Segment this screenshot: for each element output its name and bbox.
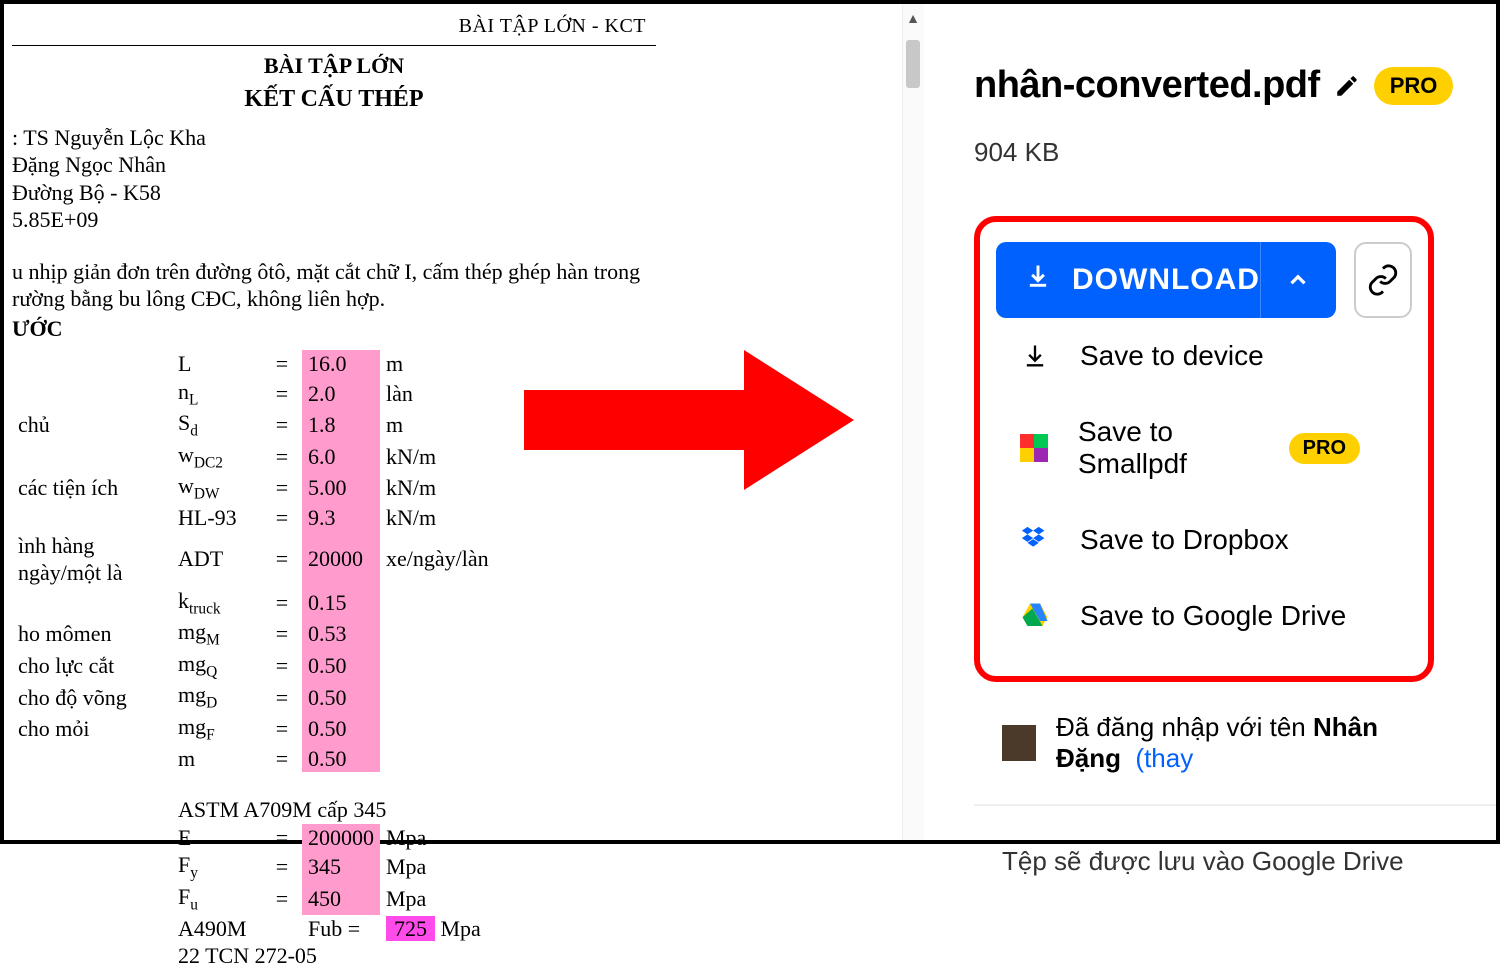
param-row: chủSd=1.8m bbox=[12, 409, 520, 441]
dropbox-icon bbox=[1020, 525, 1050, 555]
option-label: Save to Google Drive bbox=[1080, 600, 1346, 632]
option-label: Save to Dropbox bbox=[1080, 524, 1289, 556]
doc-title-1: BÀI TẬP LỚN bbox=[12, 52, 656, 80]
astm-row: E=200000Mpa bbox=[12, 824, 520, 852]
doc-info-4: 5.85E+09 bbox=[12, 206, 656, 234]
astm-table: ASTM A709M cấp 345E=200000MpaFy=345MpaFu… bbox=[12, 796, 520, 969]
param-row: cho lực cắtmgQ=0.50 bbox=[12, 650, 520, 682]
astm-row: Fu=450Mpa bbox=[12, 883, 520, 915]
param-row: ình hàng ngày/một làADT=20000xe/ngày/làn bbox=[12, 532, 520, 587]
param-row: L=16.0m bbox=[12, 350, 520, 378]
doc-info-1: : TS Nguyễn Lộc Kha bbox=[12, 124, 656, 152]
params-table: L=16.0mnL=2.0lànchủSd=1.8mwDC2=6.0kN/mcá… bbox=[12, 350, 520, 772]
doc-section-uoc: ƯỚC bbox=[12, 315, 656, 343]
smallpdf-icon bbox=[1020, 433, 1048, 463]
edit-icon[interactable] bbox=[1334, 73, 1360, 99]
pro-badge: PRO bbox=[1374, 67, 1454, 105]
tcn-row: 22 TCN 272-05 bbox=[12, 942, 520, 970]
doc-info-block: : TS Nguyễn Lộc Kha Đặng Ngọc Nhân Đường… bbox=[12, 124, 656, 234]
a490-row: A490MFub =725 Mpa bbox=[12, 915, 520, 943]
download-icon bbox=[1024, 262, 1052, 298]
gdrive-note: Tệp sẽ được lưu vào Google Drive bbox=[974, 846, 1496, 877]
astm-row: Fy=345Mpa bbox=[12, 851, 520, 883]
param-row: HL-93=9.3kN/m bbox=[12, 504, 520, 532]
document-preview: BÀI TẬP LỚN - KCT BÀI TẬP LỚN KẾT CẤU TH… bbox=[4, 4, 664, 840]
doc-page-header: BÀI TẬP LỚN - KCT bbox=[12, 14, 656, 46]
param-row: ktruck=0.15 bbox=[12, 587, 520, 619]
option-save-dropbox[interactable]: Save to Dropbox bbox=[996, 502, 1412, 578]
scrollbar-thumb[interactable] bbox=[906, 40, 920, 88]
option-label: Save to Smallpdf bbox=[1078, 416, 1259, 480]
doc-title-2: KẾT CẤU THÉP bbox=[12, 84, 656, 114]
param-row: wDC2=6.0kN/m bbox=[12, 441, 520, 473]
option-save-gdrive[interactable]: Save to Google Drive bbox=[996, 578, 1412, 654]
param-row: các tiện íchwDW=5.00kN/m bbox=[12, 472, 520, 504]
param-row: cho độ võngmgD=0.50 bbox=[12, 681, 520, 713]
file-name: nhân-converted.pdf bbox=[974, 64, 1320, 107]
astm-header: ASTM A709M cấp 345 bbox=[12, 796, 520, 824]
divider bbox=[974, 804, 1496, 806]
param-row: cho mỏimgF=0.50 bbox=[12, 713, 520, 745]
option-label: Save to device bbox=[1080, 340, 1264, 372]
download-icon bbox=[1020, 341, 1050, 371]
option-save-device[interactable]: Save to device bbox=[996, 318, 1412, 394]
gdrive-icon bbox=[1020, 601, 1050, 631]
param-row: nL=2.0làn bbox=[12, 378, 520, 410]
change-account-link[interactable]: (thay bbox=[1135, 743, 1193, 773]
signed-in-prefix: Đã đăng nhập với tên bbox=[1056, 712, 1313, 742]
download-chevron[interactable] bbox=[1260, 242, 1336, 318]
side-panel: nhân-converted.pdf PRO 904 KB DOWNLOAD bbox=[924, 4, 1496, 840]
scroll-up-arrow[interactable]: ▲ bbox=[906, 10, 920, 26]
download-dropdown-box: DOWNLOAD Save to device bbox=[974, 216, 1434, 682]
doc-info-3: Đường Bộ - K58 bbox=[12, 179, 656, 207]
download-label: DOWNLOAD bbox=[1072, 263, 1260, 297]
doc-desc-2: rường bằng bu lông CĐC, không liên hợp. bbox=[12, 285, 656, 313]
option-save-smallpdf[interactable]: Save to Smallpdf PRO bbox=[996, 394, 1412, 502]
download-button[interactable]: DOWNLOAD bbox=[996, 242, 1336, 318]
signed-in-row: Đã đăng nhập với tên Nhân Đặng (thay bbox=[974, 712, 1496, 774]
share-link-button[interactable] bbox=[1354, 242, 1412, 318]
avatar bbox=[1002, 725, 1036, 761]
pro-badge-small: PRO bbox=[1289, 433, 1360, 464]
param-row: m=0.50 bbox=[12, 745, 520, 773]
doc-desc: u nhịp giản đơn trên đường ôtô, mặt cắt … bbox=[12, 258, 656, 313]
param-row: ho mômenmgM=0.53 bbox=[12, 618, 520, 650]
doc-desc-1: u nhịp giản đơn trên đường ôtô, mặt cắt … bbox=[12, 258, 656, 286]
scrollbar-track[interactable] bbox=[902, 4, 924, 840]
doc-info-2: Đặng Ngọc Nhân bbox=[12, 151, 656, 179]
preview-gutter: ▲ bbox=[664, 4, 924, 840]
file-size: 904 KB bbox=[974, 137, 1496, 168]
